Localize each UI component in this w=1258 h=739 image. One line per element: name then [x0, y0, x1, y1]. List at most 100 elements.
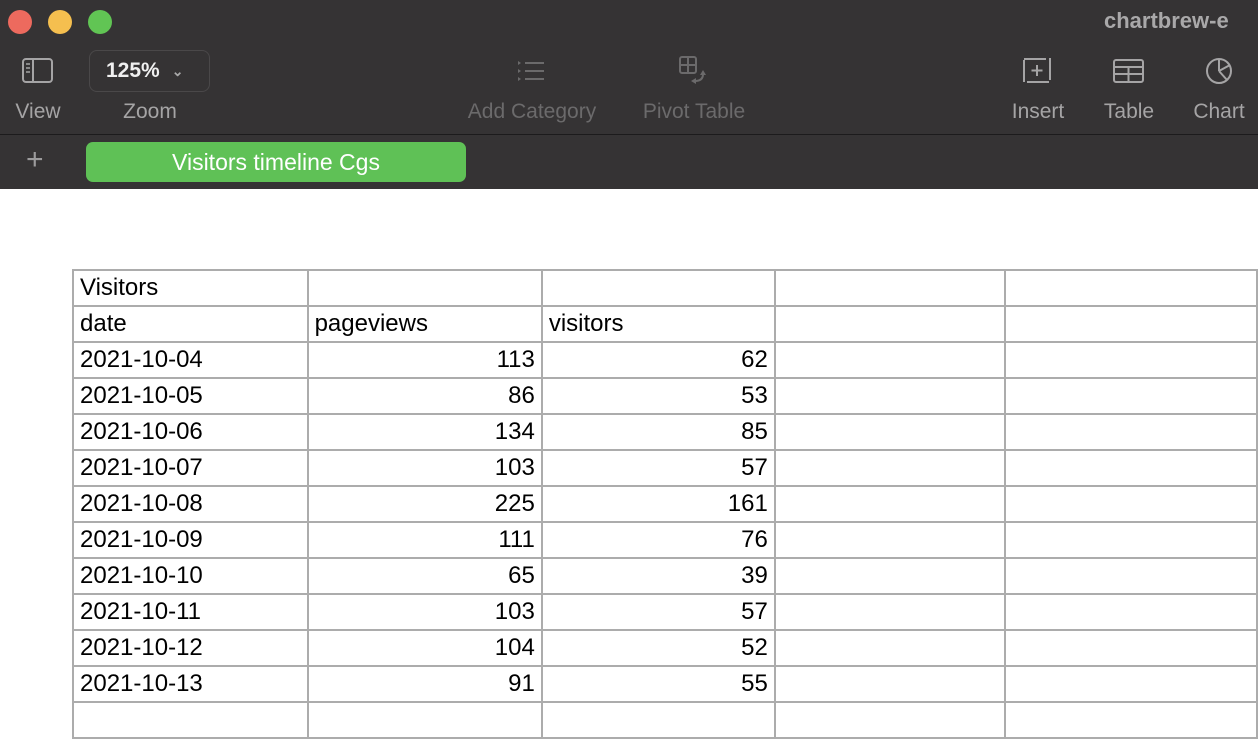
table-icon — [1113, 59, 1144, 83]
empty-cell[interactable] — [1004, 629, 1258, 667]
cell-date[interactable]: 2021-10-10 — [72, 557, 309, 595]
chart-label: Chart — [1193, 100, 1245, 123]
cell-pageviews[interactable]: 65 — [306, 557, 543, 595]
sheet-tab-label: Visitors timeline Cgs — [172, 148, 380, 175]
empty-cell[interactable] — [1004, 521, 1258, 559]
table-row: 2021-10-06 134 85 — [72, 413, 1258, 451]
table-row: 2021-10-09 111 76 — [72, 521, 1258, 559]
window-title: chartbrew-e — [1104, 8, 1229, 33]
chevron-down-icon: ⌄ — [171, 62, 184, 79]
cell-date[interactable]: 2021-10-04 — [72, 341, 309, 379]
table-row: 2021-10-04 113 62 — [72, 341, 1258, 379]
zoom-label: Zoom — [123, 100, 177, 123]
cell-visitors[interactable]: 55 — [540, 665, 776, 703]
cell-date[interactable]: 2021-10-13 — [72, 665, 309, 703]
header-cell-date[interactable]: date — [72, 305, 309, 343]
empty-cell[interactable] — [1004, 485, 1258, 523]
cell-visitors[interactable]: 76 — [540, 521, 776, 559]
cell-pageviews[interactable]: 103 — [306, 449, 543, 487]
empty-cell[interactable] — [773, 701, 1007, 739]
cell-visitors[interactable]: 39 — [540, 557, 776, 595]
cell-pageviews[interactable]: 103 — [306, 593, 543, 631]
cell-pageviews[interactable]: 111 — [306, 521, 543, 559]
empty-cell[interactable] — [773, 665, 1007, 703]
table-row: 2021-10-05 86 53 — [72, 377, 1258, 415]
cell-date[interactable]: 2021-10-05 — [72, 377, 309, 415]
cell-pageviews[interactable]: 225 — [306, 485, 543, 523]
empty-cell[interactable] — [773, 413, 1007, 451]
table-row: 2021-10-10 65 39 — [72, 557, 1258, 595]
cell-pageviews[interactable]: 113 — [306, 341, 543, 379]
view-label: View — [15, 100, 61, 123]
empty-cell[interactable] — [773, 269, 1007, 307]
zoom-value: 125% — [106, 59, 160, 82]
empty-cell[interactable] — [773, 305, 1007, 343]
empty-cell[interactable] — [773, 557, 1007, 595]
list-icon — [518, 61, 544, 81]
empty-cell[interactable] — [773, 485, 1007, 523]
sidebar-icon — [22, 58, 53, 83]
empty-cell[interactable] — [773, 377, 1007, 415]
cell-visitors[interactable]: 62 — [540, 341, 776, 379]
insert-icon — [1023, 58, 1051, 83]
empty-cell[interactable] — [773, 341, 1007, 379]
empty-cell[interactable] — [773, 521, 1007, 559]
empty-cell[interactable] — [540, 269, 776, 307]
header-cell-pageviews[interactable]: pageviews — [306, 305, 543, 343]
add-sheet-button[interactable]: + — [26, 145, 44, 175]
table-title-cell[interactable]: Visitors — [72, 269, 309, 307]
toolbar: chartbrew-e View 125% ⌄ Zoom Add Categor… — [0, 0, 1258, 135]
empty-cell[interactable] — [1004, 449, 1258, 487]
empty-cell[interactable] — [540, 701, 776, 739]
empty-cell[interactable] — [1004, 665, 1258, 703]
maximize-window-button[interactable] — [88, 10, 112, 34]
cell-date[interactable]: 2021-10-12 — [72, 629, 309, 667]
empty-cell[interactable] — [1004, 377, 1258, 415]
sheet-tab-visitors-timeline[interactable]: Visitors timeline Cgs — [86, 142, 466, 182]
cell-visitors[interactable]: 85 — [540, 413, 776, 451]
cell-date[interactable]: 2021-10-06 — [72, 413, 309, 451]
cell-visitors[interactable]: 57 — [540, 593, 776, 631]
header-row: date pageviews visitors — [72, 305, 1258, 343]
cell-visitors[interactable]: 57 — [540, 449, 776, 487]
table-row: 2021-10-11 103 57 — [72, 593, 1258, 631]
cell-pageviews[interactable]: 134 — [306, 413, 543, 451]
sheet-tab-bar: + Visitors timeline Cgs — [0, 135, 1258, 189]
empty-cell[interactable] — [1004, 413, 1258, 451]
empty-cell[interactable] — [306, 269, 543, 307]
table-row: 2021-10-13 91 55 — [72, 665, 1258, 703]
pie-chart-icon — [1206, 58, 1232, 84]
empty-cell[interactable] — [1004, 341, 1258, 379]
insert-label: Insert — [1011, 100, 1065, 123]
table-row: 2021-10-12 104 52 — [72, 629, 1258, 667]
cell-date[interactable]: 2021-10-07 — [72, 449, 309, 487]
table-row: 2021-10-07 103 57 — [72, 449, 1258, 487]
empty-cell[interactable] — [773, 629, 1007, 667]
zoom-dropdown[interactable]: 125% ⌄ — [89, 50, 210, 92]
empty-cell[interactable] — [306, 701, 543, 739]
cell-pageviews[interactable]: 86 — [306, 377, 543, 415]
cell-date[interactable]: 2021-10-08 — [72, 485, 309, 523]
cell-visitors[interactable]: 53 — [540, 377, 776, 415]
empty-cell[interactable] — [72, 701, 309, 739]
table-row-partial — [72, 701, 1258, 739]
cell-visitors[interactable]: 161 — [540, 485, 776, 523]
close-window-button[interactable] — [8, 10, 32, 34]
visitors-table: Visitors date pageviews visitors 2021-10… — [72, 269, 1258, 739]
empty-cell[interactable] — [1004, 701, 1258, 739]
pivot-table-label: Pivot Table — [642, 100, 746, 123]
header-cell-visitors[interactable]: visitors — [540, 305, 776, 343]
table-label: Table — [1103, 100, 1155, 123]
empty-cell[interactable] — [1004, 269, 1258, 307]
cell-date[interactable]: 2021-10-09 — [72, 521, 309, 559]
cell-pageviews[interactable]: 104 — [306, 629, 543, 667]
empty-cell[interactable] — [773, 449, 1007, 487]
cell-pageviews[interactable]: 91 — [306, 665, 543, 703]
empty-cell[interactable] — [773, 593, 1007, 631]
empty-cell[interactable] — [1004, 593, 1258, 631]
empty-cell[interactable] — [1004, 557, 1258, 595]
minimize-window-button[interactable] — [48, 10, 72, 34]
cell-date[interactable]: 2021-10-11 — [72, 593, 309, 631]
empty-cell[interactable] — [1004, 305, 1258, 343]
cell-visitors[interactable]: 52 — [540, 629, 776, 667]
